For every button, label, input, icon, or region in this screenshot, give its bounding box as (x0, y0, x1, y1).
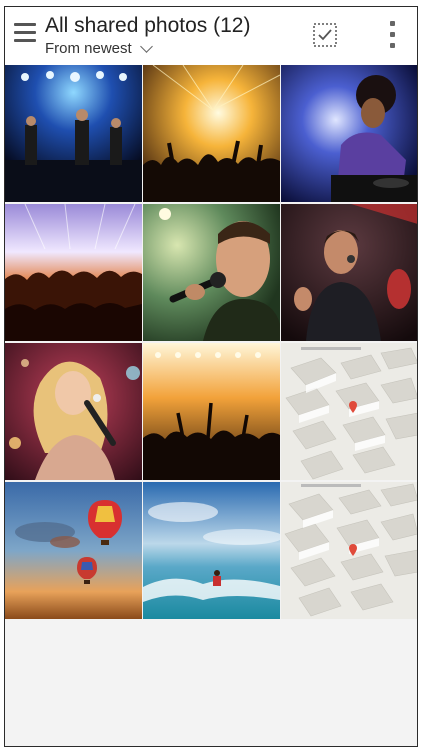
empty-area (5, 623, 417, 746)
chevron-down-icon (139, 39, 153, 53)
photo-grid (5, 65, 417, 619)
photo-tile[interactable] (5, 482, 142, 619)
app-window: All shared photos (12) From newest (4, 6, 418, 747)
page-title: All shared photos (12) (45, 14, 251, 37)
more-vertical-icon[interactable] (383, 19, 403, 51)
photo-tile[interactable] (143, 343, 280, 480)
photo-tile[interactable] (281, 204, 417, 341)
photo-tile[interactable] (143, 65, 280, 202)
sort-label: From newest (45, 40, 132, 57)
photo-tile[interactable] (143, 482, 280, 619)
photo-tile[interactable] (5, 65, 142, 202)
photo-tile[interactable] (281, 482, 417, 619)
photo-tile[interactable] (5, 204, 142, 341)
photo-tile[interactable] (281, 65, 417, 202)
select-checkbox-icon[interactable] (311, 21, 339, 49)
sort-dropdown[interactable]: From newest (45, 39, 153, 57)
photo-tile[interactable] (143, 204, 280, 341)
photo-tile[interactable] (5, 343, 142, 480)
menu-icon[interactable] (14, 23, 38, 45)
photo-tile[interactable] (281, 343, 417, 480)
app-bar: All shared photos (12) From newest (5, 7, 417, 65)
